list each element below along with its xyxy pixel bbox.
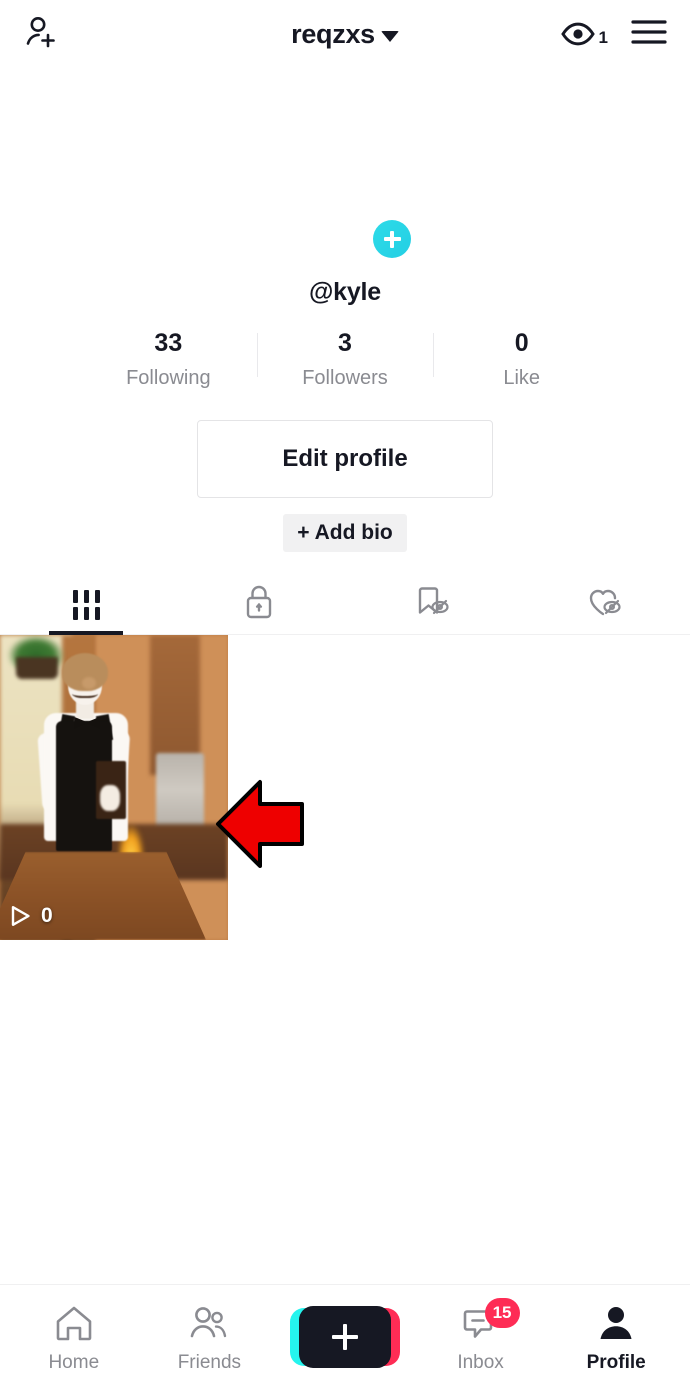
profile-views[interactable]: 1 [560, 20, 608, 48]
app-header: reqzxs 1 [0, 0, 690, 68]
account-name: reqzxs [291, 18, 375, 49]
heart-hidden-icon [581, 581, 627, 628]
play-count: 0 [41, 904, 53, 928]
video-grid: 0 [0, 634, 690, 940]
profile-stats: 33 Following 3 Followers 0 Like [80, 329, 610, 390]
eye-icon [560, 22, 595, 46]
bookmark-hidden-icon [409, 581, 453, 628]
tiktok-profile-screen: reqzxs 1 @kyle 33 Following 3 Followers … [0, 0, 690, 1396]
thumbnail-image [0, 634, 228, 940]
stat-label: Following [126, 366, 211, 389]
edit-profile-button[interactable]: Edit profile [197, 419, 493, 498]
chevron-down-icon[interactable] [380, 30, 399, 42]
stat-value: 3 [338, 329, 352, 357]
views-count: 1 [598, 28, 608, 47]
nav-inbox[interactable]: 15 Inbox [413, 1297, 549, 1373]
tab-private[interactable] [173, 576, 346, 634]
profile-tabs [0, 576, 690, 635]
person-add-icon[interactable] [22, 12, 62, 57]
nav-label: Profile [586, 1351, 646, 1373]
stat-following[interactable]: 33 Following [80, 329, 257, 390]
nav-label: Home [48, 1351, 100, 1373]
stat-label: Followers [302, 366, 388, 389]
nav-profile[interactable]: Profile [548, 1302, 684, 1372]
stat-value: 0 [514, 329, 529, 357]
video-thumbnail[interactable]: 0 [0, 634, 228, 940]
add-bio-button[interactable]: + Add bio [283, 513, 407, 552]
stat-label: Like [503, 366, 541, 389]
home-icon [53, 1302, 95, 1344]
play-count-badge: 0 [10, 904, 53, 928]
profile-handle: @kyle [308, 278, 382, 306]
create-plus-icon[interactable] [289, 1305, 400, 1368]
header-left-group [22, 12, 62, 57]
bottom-navigation: Home Friends 15 Inbox Profile [0, 1284, 690, 1396]
nav-create[interactable] [277, 1305, 413, 1368]
tab-posts[interactable] [0, 576, 173, 635]
nav-friends[interactable]: Friends [142, 1302, 278, 1372]
profile-person-icon [595, 1302, 637, 1344]
header-right-group: 1 [560, 17, 668, 52]
inbox-badge: 15 [484, 1297, 520, 1328]
lock-icon [240, 581, 278, 628]
stat-value: 33 [154, 329, 183, 357]
stat-followers[interactable]: 3 Followers [256, 329, 434, 390]
add-avatar-plus-icon[interactable] [373, 220, 411, 258]
play-icon [11, 905, 30, 926]
grid-icon [72, 589, 100, 620]
tab-saved[interactable] [345, 576, 518, 634]
tab-liked[interactable] [518, 576, 690, 634]
hamburger-menu-icon[interactable] [630, 17, 668, 52]
nav-label: Friends [177, 1351, 242, 1373]
nav-home[interactable]: Home [6, 1302, 142, 1372]
stat-likes[interactable]: 0 Like [433, 329, 610, 390]
friends-icon [186, 1302, 232, 1344]
nav-label: Inbox [457, 1351, 504, 1373]
profile-section: @kyle 33 Following 3 Followers 0 Like Ed… [0, 68, 690, 552]
avatar[interactable] [250, 218, 440, 262]
